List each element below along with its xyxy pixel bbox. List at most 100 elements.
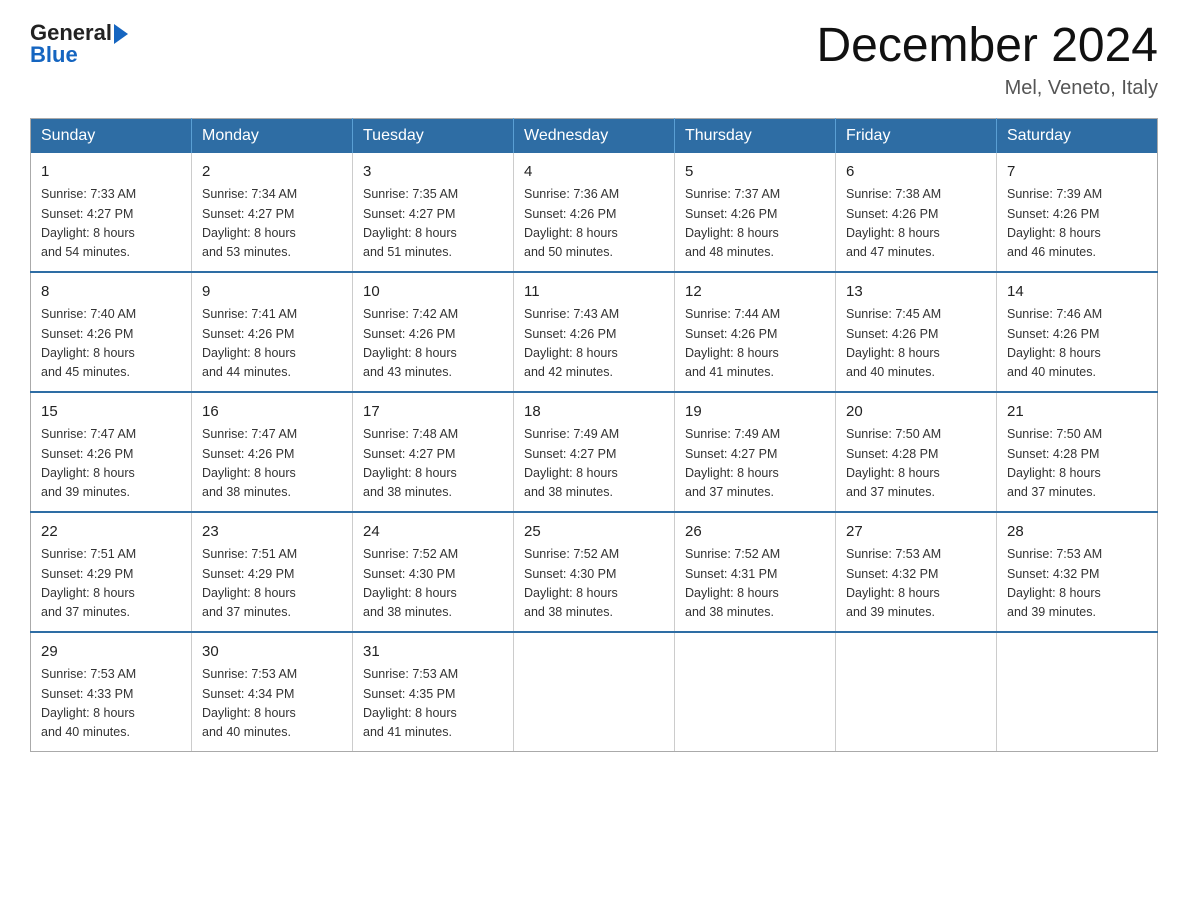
day-number: 29 — [41, 641, 181, 664]
table-row: 21Sunrise: 7:50 AMSunset: 4:28 PMDayligh… — [997, 392, 1158, 512]
table-row: 16Sunrise: 7:47 AMSunset: 4:26 PMDayligh… — [192, 392, 353, 512]
table-row: 12Sunrise: 7:44 AMSunset: 4:26 PMDayligh… — [675, 272, 836, 392]
table-row: 7Sunrise: 7:39 AMSunset: 4:26 PMDaylight… — [997, 153, 1158, 272]
day-info: Sunrise: 7:53 AMSunset: 4:33 PMDaylight:… — [41, 665, 181, 743]
day-info: Sunrise: 7:52 AMSunset: 4:30 PMDaylight:… — [363, 545, 503, 623]
calendar-header-row: Sunday Monday Tuesday Wednesday Thursday… — [31, 118, 1158, 153]
calendar-table: Sunday Monday Tuesday Wednesday Thursday… — [30, 118, 1158, 752]
day-number: 4 — [524, 161, 664, 184]
day-number: 17 — [363, 401, 503, 424]
table-row — [675, 632, 836, 752]
logo-blue-text: Blue — [30, 42, 78, 68]
table-row: 1Sunrise: 7:33 AMSunset: 4:27 PMDaylight… — [31, 153, 192, 272]
day-info: Sunrise: 7:41 AMSunset: 4:26 PMDaylight:… — [202, 305, 342, 383]
day-number: 28 — [1007, 521, 1147, 544]
day-number: 16 — [202, 401, 342, 424]
month-title: December 2024 — [816, 20, 1158, 73]
day-info: Sunrise: 7:51 AMSunset: 4:29 PMDaylight:… — [41, 545, 181, 623]
day-number: 1 — [41, 161, 181, 184]
table-row: 4Sunrise: 7:36 AMSunset: 4:26 PMDaylight… — [514, 153, 675, 272]
day-number: 5 — [685, 161, 825, 184]
day-number: 3 — [363, 161, 503, 184]
day-info: Sunrise: 7:47 AMSunset: 4:26 PMDaylight:… — [41, 425, 181, 503]
day-number: 9 — [202, 281, 342, 304]
col-sunday: Sunday — [31, 118, 192, 153]
table-row: 20Sunrise: 7:50 AMSunset: 4:28 PMDayligh… — [836, 392, 997, 512]
table-row: 14Sunrise: 7:46 AMSunset: 4:26 PMDayligh… — [997, 272, 1158, 392]
table-row: 22Sunrise: 7:51 AMSunset: 4:29 PMDayligh… — [31, 512, 192, 632]
day-info: Sunrise: 7:45 AMSunset: 4:26 PMDaylight:… — [846, 305, 986, 383]
logo: General Blue — [30, 20, 128, 68]
day-info: Sunrise: 7:36 AMSunset: 4:26 PMDaylight:… — [524, 185, 664, 263]
day-number: 22 — [41, 521, 181, 544]
day-info: Sunrise: 7:48 AMSunset: 4:27 PMDaylight:… — [363, 425, 503, 503]
day-number: 20 — [846, 401, 986, 424]
table-row — [997, 632, 1158, 752]
table-row: 29Sunrise: 7:53 AMSunset: 4:33 PMDayligh… — [31, 632, 192, 752]
day-info: Sunrise: 7:53 AMSunset: 4:35 PMDaylight:… — [363, 665, 503, 743]
day-number: 31 — [363, 641, 503, 664]
day-info: Sunrise: 7:34 AMSunset: 4:27 PMDaylight:… — [202, 185, 342, 263]
calendar-week-row: 1Sunrise: 7:33 AMSunset: 4:27 PMDaylight… — [31, 153, 1158, 272]
day-number: 15 — [41, 401, 181, 424]
col-wednesday: Wednesday — [514, 118, 675, 153]
day-info: Sunrise: 7:43 AMSunset: 4:26 PMDaylight:… — [524, 305, 664, 383]
day-info: Sunrise: 7:35 AMSunset: 4:27 PMDaylight:… — [363, 185, 503, 263]
day-info: Sunrise: 7:53 AMSunset: 4:32 PMDaylight:… — [846, 545, 986, 623]
table-row: 17Sunrise: 7:48 AMSunset: 4:27 PMDayligh… — [353, 392, 514, 512]
calendar-week-row: 22Sunrise: 7:51 AMSunset: 4:29 PMDayligh… — [31, 512, 1158, 632]
day-info: Sunrise: 7:39 AMSunset: 4:26 PMDaylight:… — [1007, 185, 1147, 263]
day-number: 18 — [524, 401, 664, 424]
table-row: 23Sunrise: 7:51 AMSunset: 4:29 PMDayligh… — [192, 512, 353, 632]
day-info: Sunrise: 7:44 AMSunset: 4:26 PMDaylight:… — [685, 305, 825, 383]
table-row: 26Sunrise: 7:52 AMSunset: 4:31 PMDayligh… — [675, 512, 836, 632]
day-number: 24 — [363, 521, 503, 544]
col-thursday: Thursday — [675, 118, 836, 153]
calendar-week-row: 15Sunrise: 7:47 AMSunset: 4:26 PMDayligh… — [31, 392, 1158, 512]
table-row: 19Sunrise: 7:49 AMSunset: 4:27 PMDayligh… — [675, 392, 836, 512]
day-info: Sunrise: 7:47 AMSunset: 4:26 PMDaylight:… — [202, 425, 342, 503]
logo-arrow-icon — [114, 24, 128, 44]
page-header: General Blue December 2024 Mel, Veneto, … — [30, 20, 1158, 100]
location: Mel, Veneto, Italy — [816, 77, 1158, 100]
day-info: Sunrise: 7:49 AMSunset: 4:27 PMDaylight:… — [685, 425, 825, 503]
table-row: 8Sunrise: 7:40 AMSunset: 4:26 PMDaylight… — [31, 272, 192, 392]
day-number: 2 — [202, 161, 342, 184]
day-info: Sunrise: 7:50 AMSunset: 4:28 PMDaylight:… — [846, 425, 986, 503]
table-row: 11Sunrise: 7:43 AMSunset: 4:26 PMDayligh… — [514, 272, 675, 392]
table-row: 15Sunrise: 7:47 AMSunset: 4:26 PMDayligh… — [31, 392, 192, 512]
day-info: Sunrise: 7:53 AMSunset: 4:34 PMDaylight:… — [202, 665, 342, 743]
day-number: 27 — [846, 521, 986, 544]
table-row: 31Sunrise: 7:53 AMSunset: 4:35 PMDayligh… — [353, 632, 514, 752]
day-number: 21 — [1007, 401, 1147, 424]
table-row: 9Sunrise: 7:41 AMSunset: 4:26 PMDaylight… — [192, 272, 353, 392]
calendar-week-row: 8Sunrise: 7:40 AMSunset: 4:26 PMDaylight… — [31, 272, 1158, 392]
day-number: 19 — [685, 401, 825, 424]
day-number: 10 — [363, 281, 503, 304]
table-row: 24Sunrise: 7:52 AMSunset: 4:30 PMDayligh… — [353, 512, 514, 632]
day-number: 8 — [41, 281, 181, 304]
table-row: 30Sunrise: 7:53 AMSunset: 4:34 PMDayligh… — [192, 632, 353, 752]
table-row: 13Sunrise: 7:45 AMSunset: 4:26 PMDayligh… — [836, 272, 997, 392]
day-info: Sunrise: 7:37 AMSunset: 4:26 PMDaylight:… — [685, 185, 825, 263]
day-info: Sunrise: 7:38 AMSunset: 4:26 PMDaylight:… — [846, 185, 986, 263]
day-number: 11 — [524, 281, 664, 304]
title-area: December 2024 Mel, Veneto, Italy — [816, 20, 1158, 100]
day-info: Sunrise: 7:50 AMSunset: 4:28 PMDaylight:… — [1007, 425, 1147, 503]
calendar-week-row: 29Sunrise: 7:53 AMSunset: 4:33 PMDayligh… — [31, 632, 1158, 752]
table-row: 5Sunrise: 7:37 AMSunset: 4:26 PMDaylight… — [675, 153, 836, 272]
table-row — [836, 632, 997, 752]
col-saturday: Saturday — [997, 118, 1158, 153]
day-number: 12 — [685, 281, 825, 304]
day-number: 6 — [846, 161, 986, 184]
day-info: Sunrise: 7:51 AMSunset: 4:29 PMDaylight:… — [202, 545, 342, 623]
day-number: 7 — [1007, 161, 1147, 184]
day-info: Sunrise: 7:52 AMSunset: 4:30 PMDaylight:… — [524, 545, 664, 623]
table-row: 18Sunrise: 7:49 AMSunset: 4:27 PMDayligh… — [514, 392, 675, 512]
day-info: Sunrise: 7:42 AMSunset: 4:26 PMDaylight:… — [363, 305, 503, 383]
col-monday: Monday — [192, 118, 353, 153]
day-info: Sunrise: 7:53 AMSunset: 4:32 PMDaylight:… — [1007, 545, 1147, 623]
table-row: 10Sunrise: 7:42 AMSunset: 4:26 PMDayligh… — [353, 272, 514, 392]
table-row: 25Sunrise: 7:52 AMSunset: 4:30 PMDayligh… — [514, 512, 675, 632]
table-row: 3Sunrise: 7:35 AMSunset: 4:27 PMDaylight… — [353, 153, 514, 272]
